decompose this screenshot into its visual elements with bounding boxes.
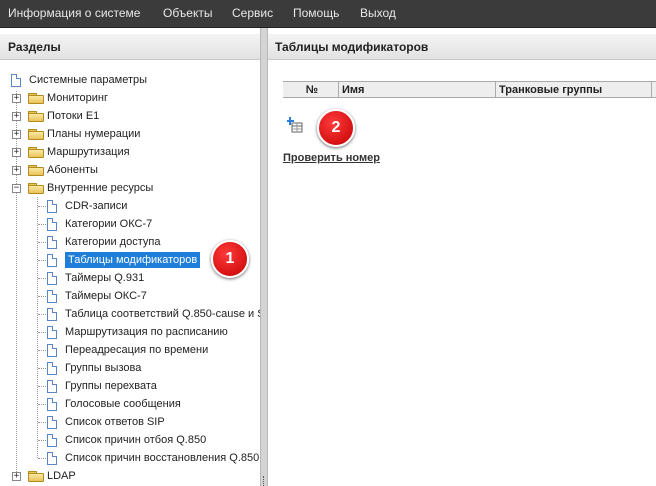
expand-plus-icon[interactable]: + <box>12 94 21 103</box>
tree-leaf-pickup-groups[interactable]: Группы перехвата <box>0 377 260 395</box>
tree-node-label[interactable]: Таймеры ОКС-7 <box>65 287 147 305</box>
document-icon <box>47 308 57 321</box>
tree-leaf-q850-recovery-causes[interactable]: Список причин восстановления Q.850 <box>0 449 260 467</box>
column-header-name[interactable]: Имя <box>339 82 496 98</box>
top-menu-bar: Информация о системе Объекты Сервис Помо… <box>0 0 656 28</box>
document-icon <box>47 290 57 303</box>
tree-node-monitoring[interactable]: + Мониторинг <box>0 89 260 107</box>
document-icon <box>47 452 57 465</box>
tree-leaf-ss7-categories[interactable]: Категории ОКС-7 <box>0 215 260 233</box>
tree-node-numbering-plans[interactable]: + Планы нумерации <box>0 125 260 143</box>
tree-node-label[interactable]: LDAP <box>47 467 76 485</box>
folder-icon <box>28 147 44 158</box>
tree-node-label[interactable]: Категории ОКС-7 <box>65 215 152 233</box>
expand-plus-icon[interactable]: + <box>12 130 21 139</box>
tree-node-label[interactable]: Мониторинг <box>47 89 108 107</box>
tree-node-label[interactable]: Маршрутизация по расписанию <box>65 323 228 341</box>
document-icon <box>47 236 57 249</box>
document-icon <box>47 218 57 231</box>
tree-leaf-sip-responses[interactable]: Список ответов SIP <box>0 413 260 431</box>
tree-node-label[interactable]: Список причин восстановления Q.850 <box>65 449 259 467</box>
tree-node-label[interactable]: Группы перехвата <box>65 377 157 395</box>
document-icon <box>47 398 57 411</box>
tree-leaf-call-groups[interactable]: Группы вызова <box>0 359 260 377</box>
page-title: Таблицы модификаторов <box>268 34 656 60</box>
document-icon <box>47 416 57 429</box>
tree-node-label[interactable]: Внутренние ресурсы <box>47 179 153 197</box>
tree-node-label[interactable]: Таблица соответствий Q.850-cause и SIP <box>65 305 260 323</box>
document-icon <box>47 326 57 339</box>
folder-icon <box>28 165 44 176</box>
tree-node-label-selected[interactable]: Таблицы модификаторов <box>65 252 201 268</box>
tree-node-label[interactable]: Список причин отбоя Q.850 <box>65 431 206 449</box>
tree-node-label[interactable]: Список ответов SIP <box>65 413 165 431</box>
document-icon <box>47 272 57 285</box>
folder-icon <box>28 471 44 482</box>
folder-icon <box>28 129 44 140</box>
tree-node-routing[interactable]: + Маршрутизация <box>0 143 260 161</box>
tree-node-label[interactable]: Группы вызова <box>65 359 141 377</box>
column-header-trunk-groups[interactable]: Транковые группы <box>496 82 652 98</box>
document-icon <box>47 434 57 447</box>
document-icon <box>11 74 21 87</box>
tree-leaf-q850-sip-map[interactable]: Таблица соответствий Q.850-cause и SIP <box>0 305 260 323</box>
folder-open-icon <box>28 183 44 194</box>
expand-plus-icon[interactable]: + <box>12 472 21 481</box>
tree-node-ldap[interactable]: + LDAP <box>0 467 260 485</box>
add-table-icon[interactable] <box>286 117 303 133</box>
tree-node-label[interactable]: Категории доступа <box>65 233 160 251</box>
tree-leaf-cdr[interactable]: CDR-записи <box>0 197 260 215</box>
tree-leaf-time-forwarding[interactable]: Переадресация по времени <box>0 341 260 359</box>
tree-node-root[interactable]: Системные параметры <box>0 71 260 89</box>
tree-leaf-schedule-routing[interactable]: Маршрутизация по расписанию <box>0 323 260 341</box>
expand-plus-icon[interactable]: + <box>12 148 21 157</box>
tree-node-label[interactable]: Таймеры Q.931 <box>65 269 144 287</box>
folder-icon <box>28 111 44 122</box>
panel-splitter[interactable] <box>260 28 268 486</box>
column-header-number[interactable]: № <box>283 82 339 98</box>
collapse-minus-icon[interactable]: − <box>12 184 21 193</box>
tree-leaf-ss7-timers[interactable]: Таймеры ОКС-7 <box>0 287 260 305</box>
menu-exit[interactable]: Выход <box>360 0 396 27</box>
tree-node-label[interactable]: Маршрутизация <box>47 143 130 161</box>
expand-plus-icon[interactable]: + <box>12 112 21 121</box>
callout-badge-2: 2 <box>317 109 355 147</box>
folder-icon <box>28 93 44 104</box>
tree-node-subscribers[interactable]: + Абоненты <box>0 161 260 179</box>
menu-service[interactable]: Сервис <box>232 0 273 27</box>
document-icon <box>47 344 57 357</box>
menu-help[interactable]: Помощь <box>293 0 339 27</box>
callout-badge-1: 1 <box>211 240 249 278</box>
document-icon <box>47 362 57 375</box>
tree-node-label[interactable]: Голосовые сообщения <box>65 395 181 413</box>
expand-plus-icon[interactable]: + <box>12 166 21 175</box>
tree-node-e1-streams[interactable]: + Потоки E1 <box>0 107 260 125</box>
document-icon <box>47 380 57 393</box>
tree-node-internal-resources[interactable]: − Внутренние ресурсы <box>0 179 260 197</box>
check-number-link[interactable]: Проверить номер <box>283 152 380 164</box>
menu-system-info[interactable]: Информация о системе <box>8 0 140 27</box>
tree-leaf-voice-messages[interactable]: Голосовые сообщения <box>0 395 260 413</box>
tree-leaf-q850-release-causes[interactable]: Список причин отбоя Q.850 <box>0 431 260 449</box>
tree-node-label[interactable]: Планы нумерации <box>47 125 140 143</box>
tree-node-label[interactable]: CDR-записи <box>65 197 127 215</box>
splitter-grip-icon[interactable] <box>263 476 266 486</box>
tree-node-label[interactable]: Системные параметры <box>29 71 147 89</box>
document-icon <box>47 254 57 267</box>
sections-panel-title: Разделы <box>0 34 260 60</box>
modifier-tables-grid-header: № Имя Транковые группы <box>283 81 656 98</box>
tree-node-label[interactable]: Абоненты <box>47 161 98 179</box>
tree-node-label[interactable]: Потоки E1 <box>47 107 99 125</box>
tree-node-label[interactable]: Переадресация по времени <box>65 341 208 359</box>
menu-objects[interactable]: Объекты <box>163 0 213 27</box>
document-icon <box>47 200 57 213</box>
column-header-more[interactable] <box>652 82 656 98</box>
